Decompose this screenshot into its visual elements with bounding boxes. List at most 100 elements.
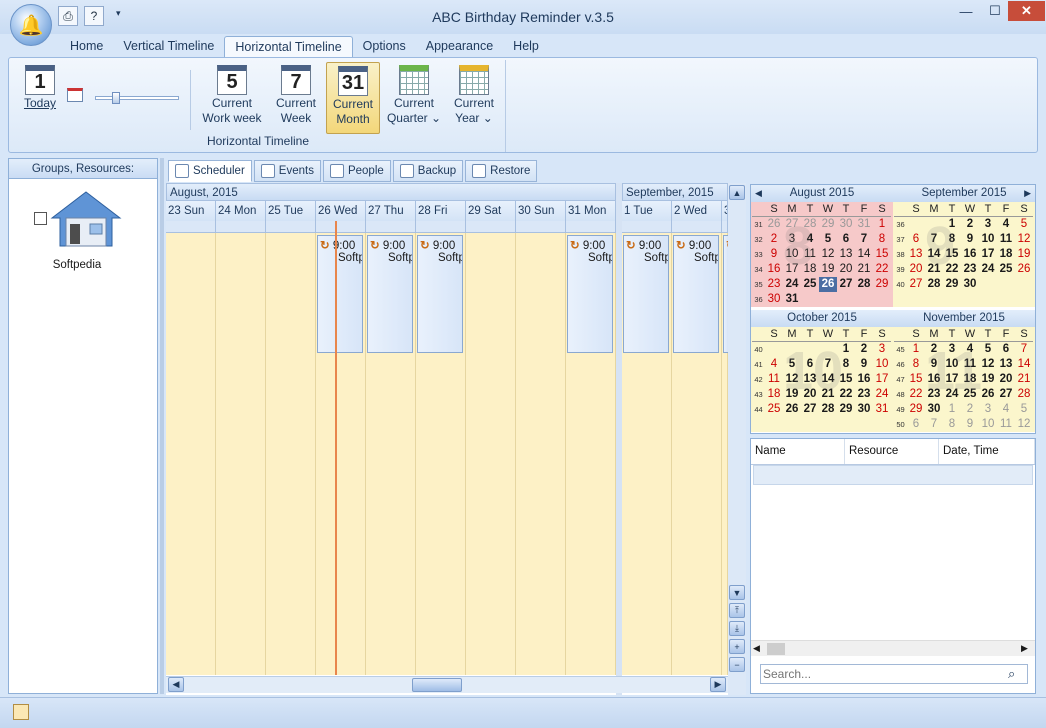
calendar-day[interactable]: 4 bbox=[997, 402, 1015, 417]
calendar-day[interactable]: 2 bbox=[855, 342, 873, 357]
scroll-bottom-button[interactable]: ⤓ bbox=[729, 621, 745, 636]
calendar-day[interactable] bbox=[783, 417, 801, 432]
calendar-day[interactable]: 19 bbox=[979, 372, 997, 387]
calendar-day[interactable]: 23 bbox=[925, 387, 943, 402]
calendar-day[interactable]: 27 bbox=[907, 277, 925, 292]
scroll-left-button[interactable]: ◀ bbox=[168, 677, 184, 692]
calendar-day[interactable]: 15 bbox=[943, 247, 961, 262]
calendar-day[interactable]: 2 bbox=[961, 402, 979, 417]
calendar-day[interactable]: 2 bbox=[765, 232, 783, 247]
calendar-day[interactable]: 8 bbox=[907, 357, 925, 372]
calendar-day[interactable]: 1 bbox=[943, 217, 961, 232]
calendar-day[interactable]: 17 bbox=[783, 262, 801, 277]
calendar-day[interactable]: 29 bbox=[873, 277, 891, 292]
day-column[interactable] bbox=[516, 233, 566, 675]
calendar-day[interactable]: 5 bbox=[1015, 217, 1033, 232]
calendar-day[interactable]: 10 bbox=[873, 357, 891, 372]
tab-help[interactable]: Help bbox=[503, 36, 549, 58]
calendar-day[interactable]: 26 bbox=[819, 277, 837, 292]
zoom-slider[interactable] bbox=[95, 92, 179, 104]
calendar-day[interactable]: 8 bbox=[837, 357, 855, 372]
calendar-day[interactable]: 23 bbox=[765, 277, 783, 292]
calendar-day[interactable]: 3 bbox=[873, 342, 891, 357]
minimize-button[interactable]: — bbox=[952, 1, 980, 21]
calendar-day[interactable]: 31 bbox=[783, 292, 801, 307]
scroll-thumb[interactable] bbox=[412, 678, 462, 692]
calendar-day[interactable] bbox=[907, 217, 925, 232]
calendar-day[interactable] bbox=[819, 292, 837, 307]
horizontal-scrollbar[interactable]: ◀ ▶ bbox=[166, 676, 728, 693]
calendar-day[interactable] bbox=[925, 292, 943, 307]
calendar-day[interactable]: 28 bbox=[1015, 387, 1033, 402]
calendar-day[interactable]: 6 bbox=[997, 342, 1015, 357]
calendar-day[interactable]: 24 bbox=[943, 387, 961, 402]
today-button[interactable]: 1 Today bbox=[18, 62, 62, 134]
calendar-day[interactable]: 19 bbox=[1015, 247, 1033, 262]
tab-horizontal-timeline[interactable]: Horizontal Timeline bbox=[224, 36, 353, 58]
calendar-day[interactable]: 12 bbox=[979, 357, 997, 372]
app-menu-orb-icon[interactable]: 🔔 bbox=[10, 4, 52, 46]
calendar-day[interactable]: 7 bbox=[855, 232, 873, 247]
calendar-day[interactable]: 3 bbox=[783, 232, 801, 247]
calendar-day[interactable] bbox=[801, 417, 819, 432]
calendar-day[interactable]: 14 bbox=[855, 247, 873, 262]
calendar-day[interactable]: 15 bbox=[873, 247, 891, 262]
resource-checkbox[interactable] bbox=[34, 212, 47, 225]
calendar-day[interactable]: 18 bbox=[801, 262, 819, 277]
calendar-day[interactable]: 24 bbox=[783, 277, 801, 292]
calendar-day[interactable]: 27 bbox=[997, 387, 1015, 402]
calendar-day[interactable]: 11 bbox=[997, 417, 1015, 432]
calendar-day[interactable]: 28 bbox=[925, 277, 943, 292]
scroll-right-button[interactable]: ▶ bbox=[710, 677, 726, 692]
calendar-day[interactable]: 16 bbox=[961, 247, 979, 262]
calendar-day[interactable] bbox=[855, 417, 873, 432]
calendar-day[interactable]: 6 bbox=[837, 232, 855, 247]
calendar-day[interactable]: 26 bbox=[783, 402, 801, 417]
calendar-day[interactable]: 26 bbox=[765, 217, 783, 232]
calendar-day[interactable]: 7 bbox=[819, 357, 837, 372]
calendar-day[interactable]: 25 bbox=[801, 277, 819, 292]
calendar-day[interactable]: 24 bbox=[979, 262, 997, 277]
tab-appearance[interactable]: Appearance bbox=[416, 36, 503, 58]
calendar-day[interactable]: 16 bbox=[925, 372, 943, 387]
grid-column-name[interactable]: Name bbox=[751, 439, 845, 464]
calendar-day[interactable]: 5 bbox=[979, 342, 997, 357]
calendar-day[interactable]: 19 bbox=[819, 262, 837, 277]
calendar-day[interactable]: 30 bbox=[855, 402, 873, 417]
grid-scroll-left-icon[interactable]: ◀ bbox=[753, 643, 760, 654]
calendar-day[interactable]: 21 bbox=[925, 262, 943, 277]
calendar-day[interactable]: 30 bbox=[765, 292, 783, 307]
calendar-day[interactable]: 29 bbox=[907, 402, 925, 417]
grid-column-date-time[interactable]: Date, Time bbox=[939, 439, 1035, 464]
calendar-day[interactable]: 2 bbox=[961, 217, 979, 232]
calendar-day[interactable]: 9 bbox=[961, 417, 979, 432]
calendar-day[interactable]: 5 bbox=[783, 357, 801, 372]
calendar-day[interactable]: 17 bbox=[873, 372, 891, 387]
calendar-day[interactable]: 12 bbox=[1015, 417, 1033, 432]
calendar-day[interactable]: 10 bbox=[943, 357, 961, 372]
calendar-day[interactable]: 1 bbox=[907, 342, 925, 357]
calendar-day[interactable]: 5 bbox=[819, 232, 837, 247]
calendar-day[interactable]: 8 bbox=[873, 232, 891, 247]
calendar-day[interactable]: 16 bbox=[765, 262, 783, 277]
grid-column-resource[interactable]: Resource bbox=[845, 439, 939, 464]
calendar-day[interactable]: 7 bbox=[925, 417, 943, 432]
calendar-day[interactable]: 11 bbox=[765, 372, 783, 387]
splitter[interactable] bbox=[160, 158, 164, 694]
grid-new-row[interactable] bbox=[753, 465, 1033, 485]
calendar-day[interactable]: 17 bbox=[943, 372, 961, 387]
scroll-up-button[interactable]: ▲ bbox=[729, 185, 745, 200]
calendar-day[interactable] bbox=[873, 292, 891, 307]
calendar-day[interactable]: 12 bbox=[1015, 232, 1033, 247]
calendar-day[interactable]: 4 bbox=[765, 357, 783, 372]
calendar-day[interactable] bbox=[961, 292, 979, 307]
calendar-day[interactable]: 30 bbox=[837, 217, 855, 232]
tab-scheduler[interactable]: Scheduler bbox=[168, 160, 252, 182]
current-work-button[interactable]: 5 Current Work week bbox=[202, 62, 262, 134]
calendar-day[interactable] bbox=[765, 342, 783, 357]
calendar-day[interactable] bbox=[943, 292, 961, 307]
maximize-button[interactable]: ☐ bbox=[982, 1, 1008, 21]
zoom-slider-thumb[interactable] bbox=[112, 92, 120, 104]
calendar-day[interactable]: 21 bbox=[819, 387, 837, 402]
calendar-day[interactable] bbox=[837, 417, 855, 432]
